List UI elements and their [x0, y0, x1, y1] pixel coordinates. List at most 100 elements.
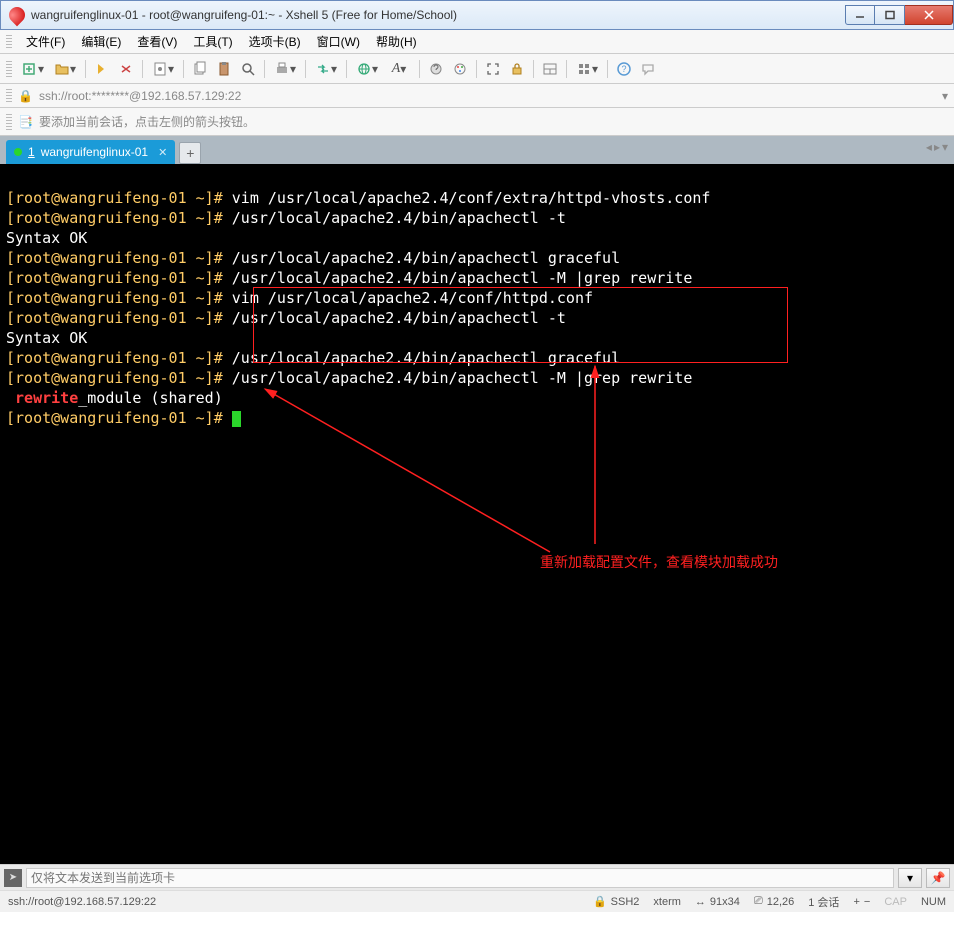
grip-icon	[6, 35, 12, 49]
window-titlebar: wangruifenglinux-01 - root@wangruifeng-0…	[0, 0, 954, 30]
menu-edit[interactable]: 编辑(E)	[73, 30, 129, 53]
term-line: _module (shared)	[78, 389, 223, 407]
tab-strip: 1 wangruifenglinux-01 ✕ + ◂ ▸ ▾	[0, 136, 954, 164]
prompt: [root@wangruifeng-01 ~]#	[6, 349, 232, 367]
menu-tabs[interactable]: 选项卡(B)	[241, 30, 309, 53]
hint-bar: 📑 要添加当前会话，点击左侧的箭头按钮。	[0, 108, 954, 136]
help-button[interactable]: ?	[613, 58, 635, 80]
copy-button[interactable]	[189, 58, 211, 80]
term-line: /usr/local/apache2.4/bin/apachectl grace…	[232, 249, 620, 267]
chevron-down-icon[interactable]: ▾	[942, 89, 948, 103]
term-line: Syntax OK	[6, 329, 87, 347]
transfer-button[interactable]: ▾	[311, 58, 341, 80]
status-proto: SSH2	[611, 896, 640, 908]
disconnect-button[interactable]	[115, 58, 137, 80]
term-line: vim /usr/local/apache2.4/conf/extra/http…	[232, 189, 711, 207]
address-bar: 🔒 ssh://root:********@192.168.57.129:22 …	[0, 84, 954, 108]
term-line: vim /usr/local/apache2.4/conf/httpd.conf	[232, 289, 593, 307]
menu-window[interactable]: 窗口(W)	[309, 30, 368, 53]
layout-button[interactable]	[539, 58, 561, 80]
status-size: 91x34	[710, 896, 740, 908]
tab-next-icon[interactable]: ▸	[934, 140, 940, 154]
globe-button[interactable]: ▾	[352, 58, 382, 80]
status-num: NUM	[921, 896, 946, 908]
session-tab[interactable]: 1 wangruifenglinux-01 ✕	[6, 140, 175, 164]
tab-nav: ◂ ▸ ▾	[926, 140, 948, 154]
term-line: /usr/local/apache2.4/bin/apachectl -M |g…	[232, 269, 693, 287]
term-line: /usr/local/apache2.4/bin/apachectl grace…	[232, 349, 620, 367]
plus-icon[interactable]: +	[853, 896, 859, 908]
script-button[interactable]	[425, 58, 447, 80]
print-button[interactable]: ▾	[270, 58, 300, 80]
view-mode-button[interactable]: ▾	[572, 58, 602, 80]
status-pos: 12,26	[767, 896, 795, 908]
tab-prev-icon[interactable]: ◂	[926, 140, 932, 154]
prompt: [root@wangruifeng-01 ~]#	[6, 269, 232, 287]
prompt: [root@wangruifeng-01 ~]#	[6, 409, 232, 427]
close-button[interactable]	[905, 5, 953, 25]
menu-bar: 文件(F) 编辑(E) 查看(V) 工具(T) 选项卡(B) 窗口(W) 帮助(…	[0, 30, 954, 54]
prompt: [root@wangruifeng-01 ~]#	[6, 309, 232, 327]
send-target-button[interactable]: ▾	[898, 868, 922, 888]
cursor	[232, 411, 241, 427]
grip-icon	[6, 114, 12, 130]
tab-close-icon[interactable]: ✕	[158, 146, 167, 159]
grip-icon	[6, 89, 12, 103]
tab-label: wangruifenglinux-01	[41, 145, 148, 159]
send-bar: ➤ ▾ 📌	[0, 864, 954, 890]
term-line: Syntax OK	[6, 229, 87, 247]
new-tab-button[interactable]: +	[179, 142, 201, 164]
lock-icon: 🔒	[18, 89, 33, 103]
menu-file[interactable]: 文件(F)	[18, 30, 73, 53]
grip-icon	[6, 61, 12, 77]
term-line: /usr/local/apache2.4/bin/apachectl -t	[232, 309, 566, 327]
status-cap: CAP	[884, 896, 907, 908]
tab-number: 1	[28, 145, 35, 159]
color-button[interactable]	[449, 58, 471, 80]
open-button[interactable]: ▾	[50, 58, 80, 80]
prompt: [root@wangruifeng-01 ~]#	[6, 289, 232, 307]
tab-menu-icon[interactable]: ▾	[942, 140, 948, 154]
prompt: [root@wangruifeng-01 ~]#	[6, 209, 232, 227]
menu-help[interactable]: 帮助(H)	[368, 30, 425, 53]
annotation-text: 重新加载配置文件，查看模块加载成功	[540, 552, 778, 572]
svg-text:?: ?	[621, 64, 626, 74]
hint-text: 要添加当前会话，点击左侧的箭头按钮。	[39, 113, 255, 130]
term-line: /usr/local/apache2.4/bin/apachectl -t	[232, 209, 566, 227]
chat-button[interactable]	[637, 58, 659, 80]
maximize-button[interactable]	[875, 5, 905, 25]
flag-icon[interactable]: 📑	[18, 115, 33, 129]
window-title: wangruifenglinux-01 - root@wangruifeng-0…	[31, 8, 845, 22]
paste-button[interactable]	[213, 58, 235, 80]
status-dot-icon	[14, 148, 22, 156]
status-term: xterm	[653, 896, 681, 908]
find-button[interactable]	[237, 58, 259, 80]
reconnect-button[interactable]	[91, 58, 113, 80]
pos-icon: ⎚	[754, 895, 763, 908]
address-text[interactable]: ssh://root:********@192.168.57.129:22	[39, 89, 936, 103]
term-line: /usr/local/apache2.4/bin/apachectl -M |g…	[232, 369, 693, 387]
toolbar: ▾ ▾ ▾ ▾ ▾ ▾ A▾ ▾ ?	[0, 54, 954, 84]
app-icon	[6, 4, 29, 27]
prompt: [root@wangruifeng-01 ~]#	[6, 189, 232, 207]
minimize-button[interactable]	[845, 5, 875, 25]
prompt: [root@wangruifeng-01 ~]#	[6, 249, 232, 267]
terminal[interactable]: [root@wangruifeng-01 ~]# vim /usr/local/…	[0, 164, 954, 864]
lock-button[interactable]	[506, 58, 528, 80]
minus-icon[interactable]: −	[864, 896, 870, 908]
status-bar: ssh://root@192.168.57.129:22 🔒 SSH2 xterm…	[0, 890, 954, 912]
menu-view[interactable]: 查看(V)	[129, 30, 185, 53]
new-session-button[interactable]: ▾	[18, 58, 48, 80]
font-button[interactable]: A▾	[384, 58, 414, 80]
prompt: [root@wangruifeng-01 ~]#	[6, 369, 232, 387]
size-icon: ↔	[695, 896, 706, 908]
status-connection: ssh://root@192.168.57.129:22	[8, 896, 156, 908]
menu-tools[interactable]: 工具(T)	[185, 30, 240, 53]
status-sessions: 1 会话	[808, 894, 839, 910]
send-input[interactable]	[26, 868, 894, 888]
fullscreen-button[interactable]	[482, 58, 504, 80]
send-handle-icon[interactable]: ➤	[4, 869, 22, 887]
send-pin-button[interactable]: 📌	[926, 868, 950, 888]
lock-icon: 🔒	[593, 895, 607, 908]
properties-button[interactable]: ▾	[148, 58, 178, 80]
